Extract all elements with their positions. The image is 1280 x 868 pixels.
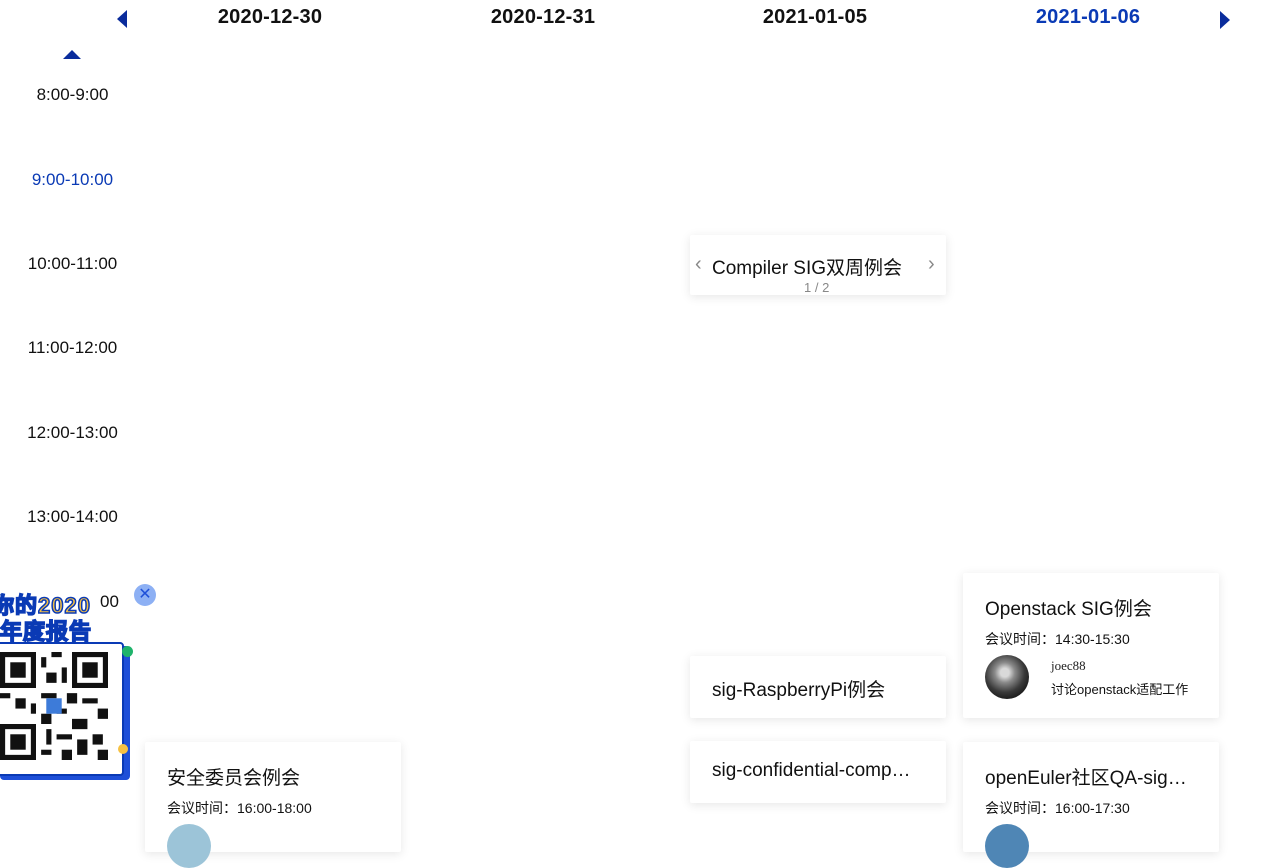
time-slot-label-current: 9:00-10:00 [31, 170, 114, 189]
time-slot-label: 12:00-13:00 [27, 423, 118, 442]
meeting-description: 讨论openstack适配工作 [1051, 682, 1189, 697]
meeting-title: Openstack SIG例会 [985, 599, 1152, 620]
meeting-title: sig-confidential-comp… [712, 760, 911, 781]
meeting-title: sig-RaspberryPi例会 [712, 680, 886, 701]
time-slot-label: 11:00-12:00 [27, 338, 118, 357]
meeting-title: 安全委员会例会 [167, 768, 301, 789]
meeting-title: Compiler SIG双周例会 [712, 258, 903, 279]
next-week-icon[interactable] [1218, 11, 1230, 34]
date-header-2: 2020-12-31 [490, 6, 596, 28]
meeting-card-compiler[interactable]: ‹ Compiler SIG双周例会 › 1 / 2 [690, 235, 946, 295]
annual-report-popup[interactable]: 你的2020 年度报告 [0, 582, 160, 776]
meeting-time: 会议时间：16:00-17:30 [985, 800, 1130, 816]
chevron-left-icon[interactable]: ‹ [695, 253, 702, 276]
carousel-pager: 1 / 2 [804, 280, 830, 295]
chevron-right-icon[interactable]: › [928, 253, 935, 276]
decor-dot-yellow [118, 744, 128, 754]
meeting-card-security[interactable]: 安全委员会例会 会议时间：16:00-18:00 [145, 742, 401, 868]
meeting-time: 会议时间：16:00-18:00 [167, 800, 312, 816]
meeting-card-raspberrypi[interactable]: sig-RaspberryPi例会 [690, 656, 946, 718]
meeting-time: 会议时间：14:30-15:30 [985, 631, 1130, 647]
meeting-card-confidential[interactable]: sig-confidential-comp… [690, 741, 946, 803]
avatar [985, 655, 1029, 699]
qr-code-icon [0, 652, 108, 760]
time-slot-label: 10:00-11:00 [27, 254, 118, 273]
time-slot-label: 13:00-14:00 [27, 507, 118, 526]
avatar [985, 824, 1029, 868]
prev-week-icon[interactable] [117, 10, 129, 33]
decor-dot-green [122, 646, 133, 657]
date-header-3: 2021-01-05 [762, 6, 868, 28]
scroll-up-icon[interactable] [63, 47, 81, 65]
meeting-card-qa[interactable]: openEuler社区QA-sig… 会议时间：16:00-17:30 [963, 742, 1219, 868]
close-icon[interactable]: ✕ [134, 584, 156, 606]
meeting-card-openstack[interactable]: Openstack SIG例会 会议时间：14:30-15:30 joec88 … [963, 573, 1219, 718]
date-header-4: 2021-01-06 [1035, 6, 1141, 28]
date-header-1: 2020-12-30 [217, 6, 323, 28]
time-slot-label: 8:00-9:00 [36, 85, 109, 104]
avatar [167, 824, 211, 868]
meeting-title: openEuler社区QA-sig… [985, 768, 1187, 789]
qr-code-frame [0, 642, 124, 776]
organizer-name: joec88 [1051, 658, 1086, 673]
